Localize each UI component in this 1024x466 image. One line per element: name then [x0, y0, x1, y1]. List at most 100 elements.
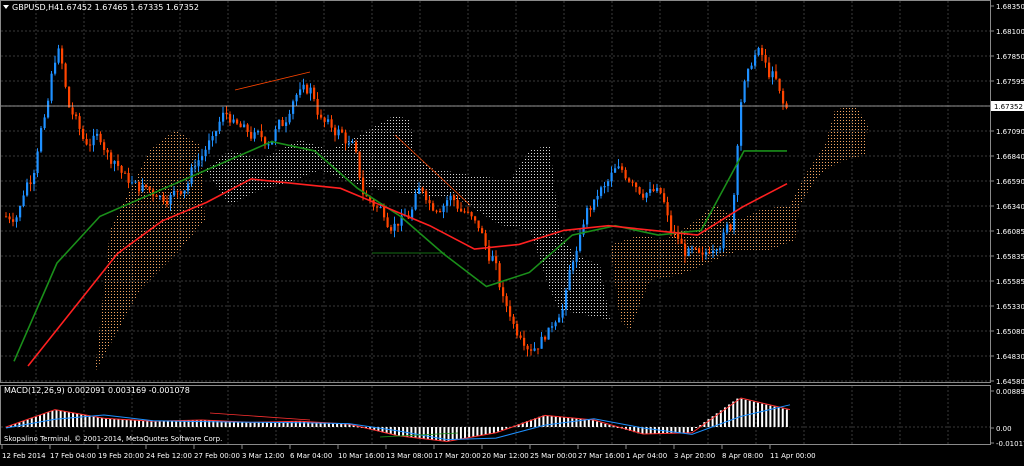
time-label: 10 Mar 16:00: [338, 452, 385, 460]
macd-bar: [410, 427, 413, 438]
candle-body: [92, 135, 95, 146]
macd-bar: [18, 422, 21, 427]
time-label: 20 Mar 12:00: [482, 452, 529, 460]
macd-bar: [653, 427, 656, 434]
candle-body: [747, 68, 750, 82]
candle-body: [232, 119, 235, 123]
candle-body: [698, 248, 701, 253]
chevron-down-icon[interactable]: [3, 5, 9, 9]
candle-body: [568, 270, 571, 291]
candle-body: [516, 323, 519, 336]
macd-bar: [67, 411, 70, 427]
candle-body: [260, 130, 263, 138]
candle-body: [222, 112, 225, 122]
macd-bar: [459, 427, 462, 439]
candle-body: [722, 232, 725, 249]
candle-body: [40, 128, 43, 152]
candle-body: [687, 248, 690, 256]
candle-body: [117, 160, 120, 166]
candle-body: [393, 223, 396, 231]
candle-body: [652, 189, 655, 192]
candle-body: [757, 48, 760, 56]
candle-body: [495, 256, 498, 264]
candle-body: [281, 119, 284, 126]
cloud-bull-region-2: [610, 105, 868, 330]
candle-body: [218, 121, 221, 132]
candle-body: [684, 243, 687, 256]
candle-body: [383, 207, 386, 218]
candle-body: [561, 309, 564, 318]
chart-canvas[interactable]: 1.67352 1.68350 1.68100 1.67850 1.67595 1.67…: [0, 0, 1024, 462]
candle-body: [47, 100, 50, 118]
candle-body: [554, 322, 557, 327]
candle-body: [530, 349, 533, 351]
candle-body: [628, 178, 631, 182]
macd-bar: [604, 423, 607, 427]
macd-bar: [785, 409, 788, 427]
candle-body: [750, 65, 753, 69]
candle-body: [446, 200, 449, 206]
ichimoku-cloud: [95, 105, 868, 372]
candle-body: [768, 62, 771, 78]
macd-bar: [63, 411, 66, 427]
macd-bar: [480, 427, 483, 436]
price-label: 1.67850: [996, 53, 1024, 61]
candle-body: [712, 250, 715, 253]
candle-body: [299, 89, 302, 95]
price-label: 1.67090: [996, 128, 1024, 136]
candle-body: [642, 193, 645, 198]
macd-bar: [294, 421, 297, 427]
candle-body: [565, 290, 568, 310]
macd-bar: [51, 410, 54, 427]
candle-body: [726, 224, 729, 233]
candle-body: [558, 317, 561, 323]
candle-body: [103, 142, 106, 150]
candle-body: [645, 192, 648, 198]
candle-body: [614, 168, 617, 173]
candle-body: [572, 262, 575, 271]
candle-body: [544, 336, 547, 340]
candle-body: [8, 216, 11, 220]
candle-body: [666, 202, 669, 216]
macd-bar: [612, 426, 615, 428]
candle-body: [225, 112, 228, 115]
candle-body: [610, 172, 613, 182]
macd-bar: [146, 420, 149, 427]
price-label: 1.65330: [996, 303, 1024, 311]
candle-body: [36, 151, 39, 173]
candle-body: [253, 132, 256, 139]
time-label: 17 Mar 20:00: [434, 452, 481, 460]
macd-bar: [414, 427, 417, 438]
macd-bar: [100, 417, 103, 427]
macd-bar: [575, 418, 578, 427]
candle-body: [176, 190, 179, 192]
candle-body: [607, 181, 610, 187]
candle-body: [743, 81, 746, 103]
chart-window[interactable]: 1.67352 1.68350 1.68100 1.67850 1.67595 1.67…: [0, 0, 1024, 462]
candle-body: [323, 117, 326, 122]
candle-body: [50, 73, 53, 101]
candle-body: [740, 102, 743, 146]
candle-body: [442, 205, 445, 213]
price-label: 1.66590: [996, 178, 1024, 186]
candle-body: [575, 250, 578, 263]
candle-body: [194, 166, 197, 168]
candle-body: [334, 127, 337, 136]
macd-bar: [505, 427, 508, 429]
candle-body: [771, 71, 774, 78]
candle-body: [589, 208, 592, 210]
candle-body: [533, 348, 536, 351]
macd-bar: [488, 427, 491, 434]
candle-body: [719, 248, 722, 251]
chart-header: GBPUSD,H4 1.67452 1.67465 1.67335 1.6735…: [3, 3, 199, 12]
candle-body: [428, 200, 431, 204]
macd-bar: [670, 427, 673, 434]
candle-body: [481, 228, 484, 234]
time-label: 1 Apr 04:00: [626, 452, 667, 460]
macd-bar: [608, 425, 611, 427]
candle-body: [197, 160, 200, 167]
candle-body: [169, 194, 172, 205]
candle-body: [288, 113, 291, 123]
candle-body: [120, 165, 123, 173]
candle-body: [327, 119, 330, 122]
